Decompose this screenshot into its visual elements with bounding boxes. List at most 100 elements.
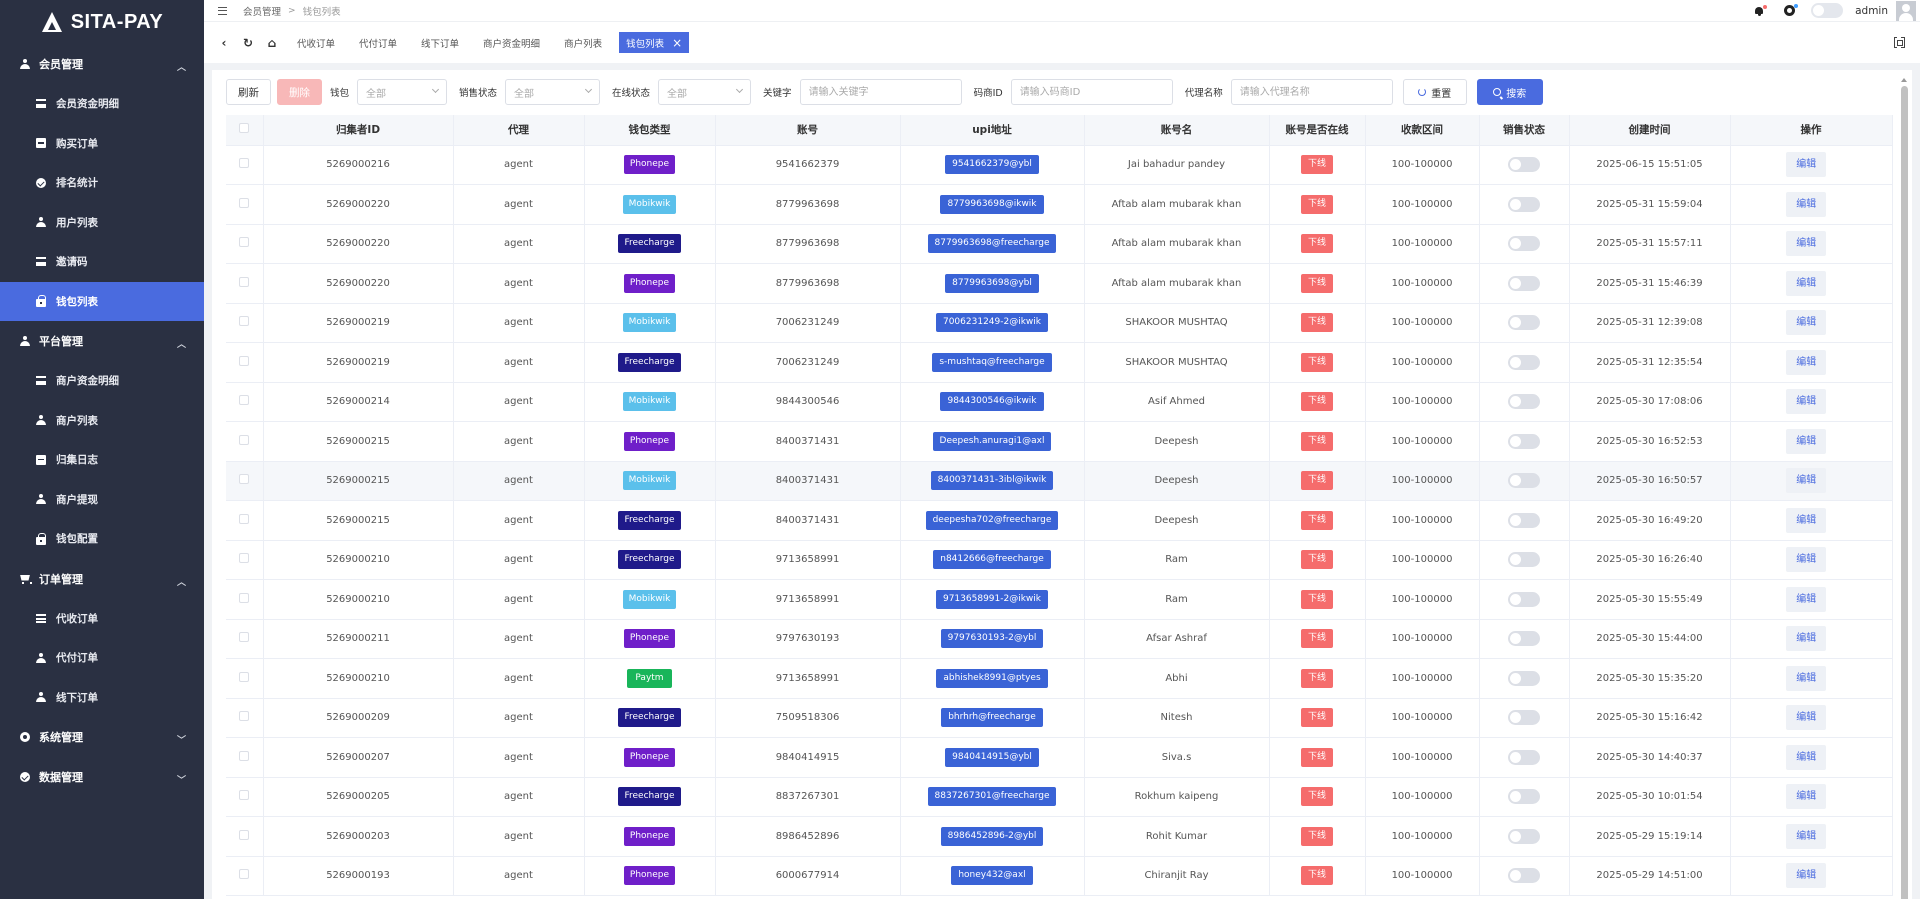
- sidebar-item[interactable]: 代付订单: [0, 638, 204, 678]
- row-select-cell[interactable]: [226, 421, 264, 462]
- settings-icon[interactable]: [1784, 4, 1799, 16]
- select-all-checkbox[interactable]: [239, 123, 250, 134]
- row-select-cell[interactable]: [226, 500, 264, 541]
- edit-button[interactable]: 编辑: [1786, 231, 1827, 257]
- edit-button[interactable]: 编辑: [1786, 744, 1827, 770]
- sale-status-toggle[interactable]: [1508, 868, 1540, 884]
- username[interactable]: admin: [1855, 5, 1888, 17]
- fullscreen-icon[interactable]: [1894, 36, 1905, 48]
- table-row[interactable]: 5269000193 agent Phonepe 6000677914 honey432…: [226, 856, 1892, 896]
- table-row[interactable]: 5269000220 agent Mobikwik 8779963698 8779963…: [226, 184, 1892, 225]
- table-row[interactable]: 5269000207 agent Phonepe 9840414915 98404149…: [226, 737, 1892, 778]
- table-row[interactable]: 5269000210 agent Freecharge 9713658991 n8412…: [226, 540, 1892, 580]
- sale-status-toggle[interactable]: [1508, 591, 1540, 607]
- row-select-cell[interactable]: [226, 737, 264, 778]
- row-checkbox[interactable]: [239, 671, 250, 682]
- table-row[interactable]: 5269000205 agent Freecharge 8837267301 88372…: [226, 777, 1892, 817]
- edit-button[interactable]: 编辑: [1786, 547, 1827, 573]
- sidebar-group[interactable]: 系统管理 ﹀: [0, 717, 204, 757]
- keyword-input[interactable]: [799, 79, 962, 105]
- sidebar-item[interactable]: 排名统计: [0, 163, 204, 203]
- edit-button[interactable]: 编辑: [1786, 823, 1827, 849]
- select-all-header[interactable]: [226, 115, 264, 146]
- scroll-up-arrow[interactable]: [1901, 78, 1907, 82]
- wallet-filter-select[interactable]: 全部: [357, 79, 448, 105]
- row-checkbox[interactable]: [239, 237, 250, 248]
- sidebar-item[interactable]: 购买订单: [0, 124, 204, 164]
- edit-button[interactable]: 编辑: [1786, 507, 1827, 533]
- edit-button[interactable]: 编辑: [1786, 310, 1827, 336]
- reset-button[interactable]: 重置: [1402, 79, 1467, 105]
- row-select-cell[interactable]: [226, 698, 264, 738]
- row-select-cell[interactable]: [226, 184, 264, 225]
- refresh-button[interactable]: 刷新: [226, 79, 271, 105]
- sidebar-item[interactable]: 商户资金明细: [0, 361, 204, 401]
- row-select-cell[interactable]: [226, 145, 264, 185]
- edit-button[interactable]: 编辑: [1786, 863, 1827, 889]
- sale-status-toggle[interactable]: [1508, 275, 1540, 291]
- sale-status-toggle[interactable]: [1508, 710, 1540, 726]
- row-select-cell[interactable]: [226, 461, 264, 501]
- tab[interactable]: 代付订单: [352, 32, 404, 53]
- row-select-cell[interactable]: [226, 303, 264, 343]
- sidebar-group[interactable]: 数据管理 ﹀: [0, 757, 204, 797]
- row-checkbox[interactable]: [239, 711, 250, 722]
- row-checkbox[interactable]: [239, 276, 250, 287]
- tab[interactable]: 线下订单: [414, 32, 466, 53]
- scrollbar-thumb[interactable]: [1901, 86, 1908, 899]
- row-checkbox[interactable]: [239, 592, 250, 603]
- theme-toggle[interactable]: [1811, 3, 1844, 18]
- row-select-cell[interactable]: [226, 658, 264, 699]
- hamburger-menu-icon[interactable]: [218, 6, 227, 15]
- edit-button[interactable]: 编辑: [1786, 626, 1827, 652]
- row-checkbox[interactable]: [239, 474, 250, 485]
- sidebar-item[interactable]: 会员资金明细: [0, 84, 204, 124]
- table-row[interactable]: 5269000220 agent Phonepe 8779963698 87799636…: [226, 263, 1892, 304]
- sale-status-toggle[interactable]: [1508, 789, 1540, 805]
- table-row[interactable]: 5269000219 agent Freecharge 7006231249 s-mus…: [226, 342, 1892, 383]
- table-row[interactable]: 5269000219 agent Mobikwik 7006231249 7006231…: [226, 303, 1892, 343]
- row-checkbox[interactable]: [239, 197, 250, 208]
- row-select-cell[interactable]: [226, 816, 264, 857]
- sale-status-toggle[interactable]: [1508, 552, 1540, 568]
- row-select-cell[interactable]: [226, 263, 264, 304]
- sidebar-item[interactable]: 商户提现: [0, 480, 204, 520]
- table-row[interactable]: 5269000215 agent Freecharge 8400371431 deepe…: [226, 500, 1892, 541]
- tab[interactable]: 商户资金明细: [476, 32, 547, 53]
- row-checkbox[interactable]: [239, 434, 250, 445]
- sidebar-item[interactable]: 商户列表: [0, 401, 204, 441]
- row-select-cell[interactable]: [226, 224, 264, 264]
- sale-status-select[interactable]: 全部: [505, 79, 601, 105]
- edit-button[interactable]: 编辑: [1786, 705, 1827, 731]
- sidebar-item[interactable]: 代收订单: [0, 599, 204, 639]
- sale-status-toggle[interactable]: [1508, 512, 1540, 528]
- row-checkbox[interactable]: [239, 829, 250, 840]
- row-select-cell[interactable]: [226, 619, 264, 659]
- back-chevron-icon[interactable]: ‹: [218, 36, 230, 50]
- edit-button[interactable]: 编辑: [1786, 428, 1827, 454]
- edit-button[interactable]: 编辑: [1786, 270, 1827, 296]
- row-select-cell[interactable]: [226, 856, 264, 896]
- tab[interactable]: 代收订单: [290, 32, 342, 53]
- sale-status-toggle[interactable]: [1508, 315, 1540, 331]
- table-row[interactable]: 5269000203 agent Phonepe 8986452896 89864528…: [226, 816, 1892, 857]
- table-row[interactable]: 5269000215 agent Phonepe 8400371431 Deepesh.…: [226, 421, 1892, 462]
- table-row[interactable]: 5269000211 agent Phonepe 9797630193 97976301…: [226, 619, 1892, 659]
- edit-button[interactable]: 编辑: [1786, 152, 1827, 178]
- sidebar-group[interactable]: 订单管理 ︿: [0, 559, 204, 599]
- edit-button[interactable]: 编辑: [1786, 389, 1827, 415]
- edit-button[interactable]: 编辑: [1786, 191, 1827, 217]
- sidebar-item[interactable]: 归集日志: [0, 440, 204, 480]
- row-select-cell[interactable]: [226, 579, 264, 620]
- close-icon[interactable]: ×: [672, 37, 682, 49]
- sale-status-toggle[interactable]: [1508, 236, 1540, 252]
- edit-button[interactable]: 编辑: [1786, 468, 1827, 494]
- sidebar-group[interactable]: 平台管理 ︿: [0, 321, 204, 361]
- row-select-cell[interactable]: [226, 342, 264, 383]
- notification-bell-icon[interactable]: [1754, 4, 1768, 16]
- home-icon[interactable]: ⌂: [266, 36, 278, 50]
- row-checkbox[interactable]: [239, 790, 250, 801]
- sale-status-toggle[interactable]: [1508, 670, 1540, 686]
- row-checkbox[interactable]: [239, 355, 250, 366]
- row-checkbox[interactable]: [239, 158, 250, 169]
